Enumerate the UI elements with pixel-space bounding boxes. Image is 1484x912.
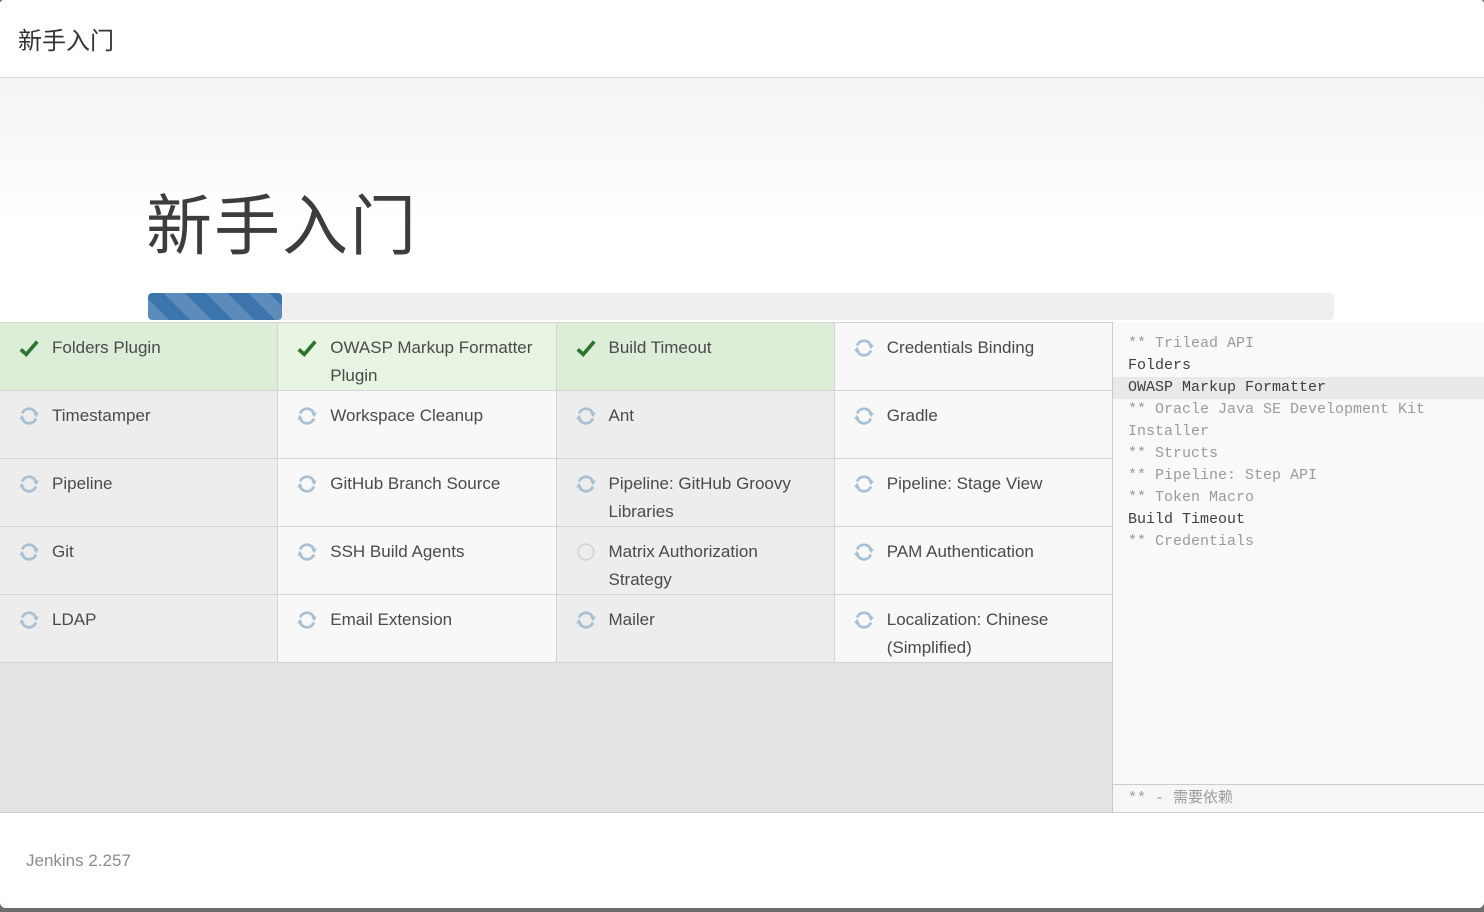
plugin-cell-localization-chinese-simplified: Localization: Chinese (Simplified) (835, 595, 1112, 662)
log-line: ** Credentials (1113, 531, 1484, 553)
plugin-name: Pipeline: GitHub Groovy Libraries (609, 470, 824, 526)
plugin-name: Localization: Chinese (Simplified) (887, 606, 1102, 662)
plugin-cell-folders: Folders Plugin (0, 323, 277, 390)
plugin-name: Email Extension (330, 606, 452, 634)
plugin-name: SSH Build Agents (330, 538, 464, 566)
page-backdrop: 新手入门 新手入门 Folders Plugin OWASP Markup Fo… (0, 0, 1484, 912)
plugin-cell-github-branch-source: GitHub Branch Source (278, 459, 555, 526)
plugin-cell-build-timeout: Build Timeout (557, 323, 834, 390)
plugin-install-panel: Folders Plugin OWASP Markup Formatter Pl… (0, 322, 1112, 812)
log-line: Folders (1113, 355, 1484, 377)
plugin-name: Mailer (609, 606, 655, 634)
sync-icon (853, 337, 875, 359)
check-icon (18, 337, 40, 359)
progress-fill (148, 293, 282, 320)
plugin-cell-pipeline-stage-view: Pipeline: Stage View (835, 459, 1112, 526)
plugin-cell-ssh-build-agents: SSH Build Agents (278, 527, 555, 594)
plugin-name: LDAP (52, 606, 96, 634)
sync-icon (296, 473, 318, 495)
check-icon (575, 337, 597, 359)
hero-section: 新手入门 (0, 78, 1484, 322)
plugin-cell-timestamper: Timestamper (0, 391, 277, 458)
log-line: ** Token Macro (1113, 487, 1484, 509)
sync-icon (853, 609, 875, 631)
plugin-cell-ldap: LDAP (0, 595, 277, 662)
sync-icon (575, 405, 597, 427)
plugin-name: GitHub Branch Source (330, 470, 500, 498)
plugin-name: Pipeline: Stage View (887, 470, 1043, 498)
plugin-name: Credentials Binding (887, 334, 1034, 362)
panel-filler (0, 663, 1112, 812)
plugin-cell-pipeline: Pipeline (0, 459, 277, 526)
sync-icon (853, 541, 875, 563)
footer: Jenkins 2.257 (0, 812, 1484, 908)
plugin-name: Build Timeout (609, 334, 712, 362)
page-title: 新手入门 (146, 190, 1484, 263)
sync-icon (575, 609, 597, 631)
log-line: ** Pipeline: Step API (1113, 465, 1484, 487)
plugin-cell-pipeline-github-groovy-libraries: Pipeline: GitHub Groovy Libraries (557, 459, 834, 526)
sync-icon (853, 473, 875, 495)
log-line: ** Trilead API (1113, 333, 1484, 355)
plugin-cell-matrix-authorization-strategy: Matrix Authorization Strategy (557, 527, 834, 594)
log-line: Build Timeout (1113, 509, 1484, 531)
sync-icon (296, 405, 318, 427)
plugin-cell-owasp-markup-formatter: OWASP Markup Formatter Plugin (278, 323, 555, 390)
sync-icon (853, 405, 875, 427)
topbar-title: 新手入门 (18, 21, 114, 56)
plugin-name: Pipeline (52, 470, 113, 498)
dependency-legend: ** - 需要依赖 (1113, 784, 1484, 812)
plugin-name: Matrix Authorization Strategy (609, 538, 824, 594)
sync-icon (18, 473, 40, 495)
sync-icon (575, 473, 597, 495)
plugin-cell-git: Git (0, 527, 277, 594)
plugin-name: Gradle (887, 402, 938, 430)
content-row: Folders Plugin OWASP Markup Formatter Pl… (0, 322, 1484, 812)
topbar: 新手入门 (0, 0, 1484, 78)
plugin-name: Ant (609, 402, 635, 430)
plugin-cell-pam-authentication: PAM Authentication (835, 527, 1112, 594)
log-line: ** Structs (1113, 443, 1484, 465)
plugin-name: Workspace Cleanup (330, 402, 483, 430)
plugin-cell-credentials-binding: Credentials Binding (835, 323, 1112, 390)
sync-icon (296, 541, 318, 563)
check-icon (296, 337, 318, 359)
log-line: ** Oracle Java SE Development Kit Instal… (1113, 399, 1484, 443)
jenkins-version: Jenkins 2.257 (26, 851, 131, 871)
sync-icon (296, 609, 318, 631)
sync-icon (18, 609, 40, 631)
plugin-cell-gradle: Gradle (835, 391, 1112, 458)
plugin-name: PAM Authentication (887, 538, 1034, 566)
pending-circle-icon (575, 541, 597, 563)
sync-icon (18, 405, 40, 427)
progress-bar (148, 293, 1334, 320)
plugin-cell-email-extension: Email Extension (278, 595, 555, 662)
plugin-grid: Folders Plugin OWASP Markup Formatter Pl… (0, 322, 1112, 663)
setup-wizard-modal: 新手入门 新手入门 Folders Plugin OWASP Markup Fo… (0, 0, 1484, 908)
plugin-name: Timestamper (52, 402, 151, 430)
plugin-name: Git (52, 538, 74, 566)
plugin-name: Folders Plugin (52, 334, 161, 362)
log-line-active: OWASP Markup Formatter (1113, 377, 1484, 399)
sync-icon (18, 541, 40, 563)
install-log[interactable]: ** Trilead API Folders OWASP Markup Form… (1113, 322, 1484, 784)
plugin-cell-workspace-cleanup: Workspace Cleanup (278, 391, 555, 458)
plugin-cell-mailer: Mailer (557, 595, 834, 662)
plugin-name: OWASP Markup Formatter Plugin (330, 334, 545, 390)
install-log-sidebar: ** Trilead API Folders OWASP Markup Form… (1112, 322, 1484, 812)
plugin-cell-ant: Ant (557, 391, 834, 458)
